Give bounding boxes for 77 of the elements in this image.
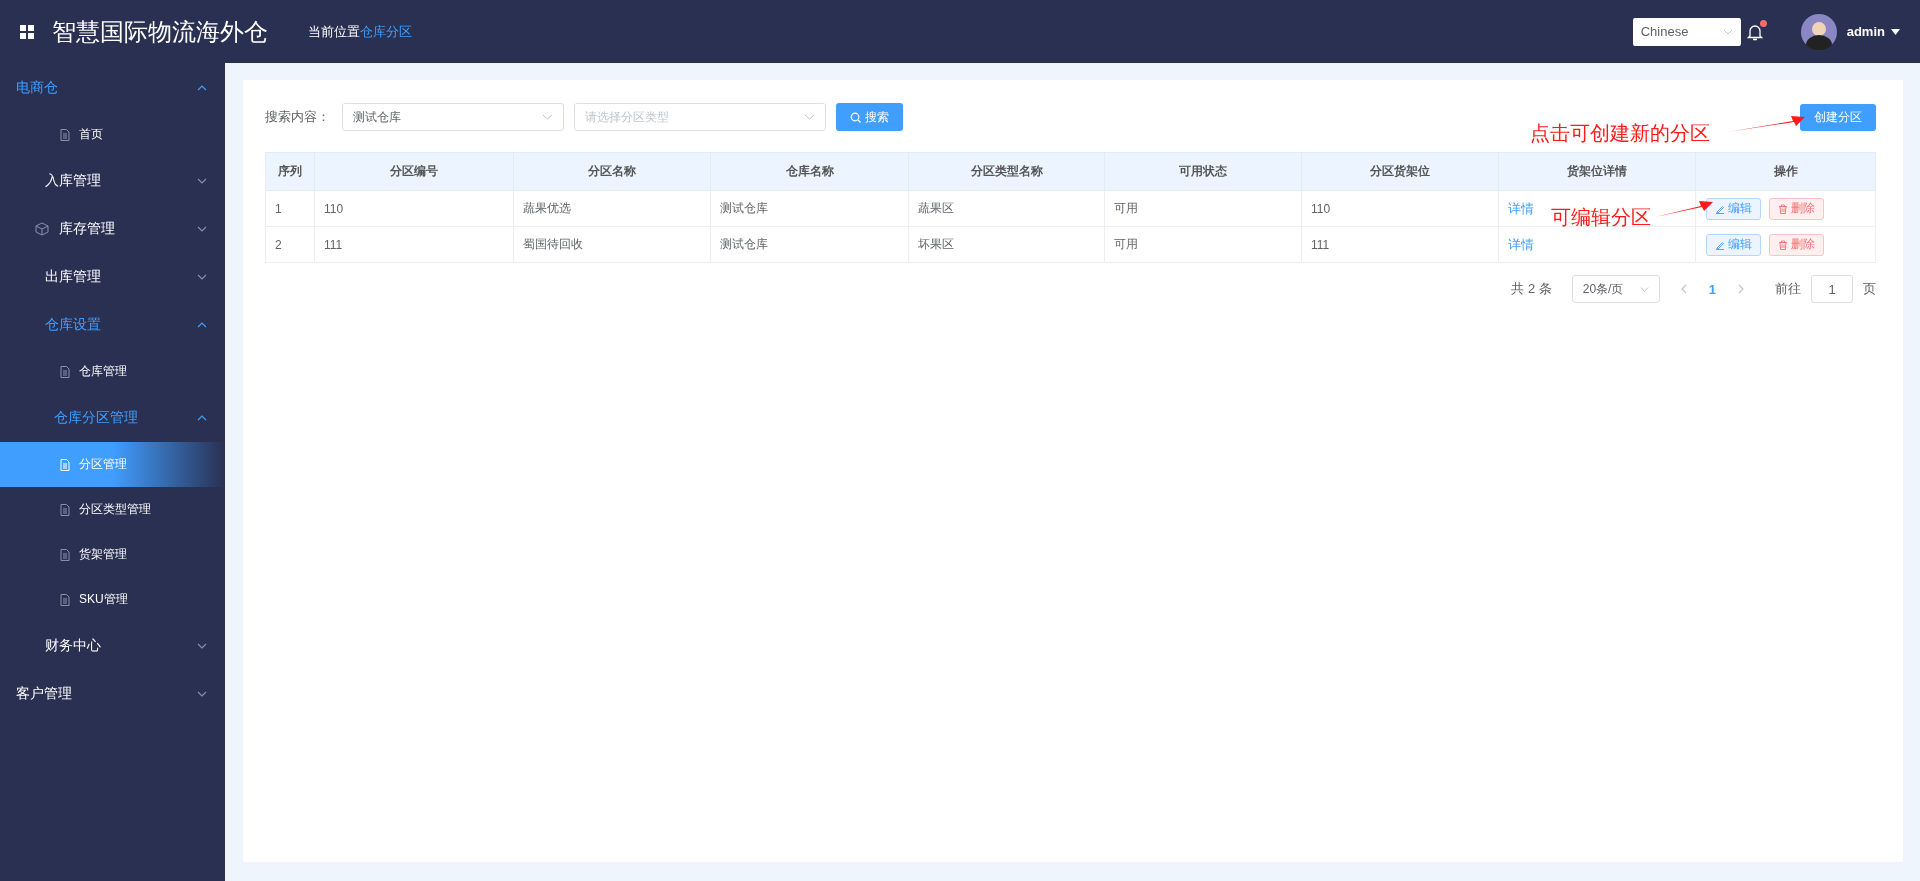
page-suffix: 页 (1863, 280, 1876, 298)
app-title: 智慧国际物流海外仓 (52, 16, 269, 47)
warehouse-select[interactable]: 测试仓库 (342, 103, 564, 131)
table-cell: 1 (265, 190, 315, 227)
chevron-up-icon (197, 85, 207, 91)
sidebar-group[interactable]: 仓库设置 (0, 301, 225, 349)
document-icon (60, 593, 70, 606)
table-cell: 坏果区 (908, 226, 1105, 263)
total-count: 共 2 条 (1511, 280, 1552, 298)
trash-icon (1778, 203, 1788, 214)
chevron-down-icon (197, 274, 207, 280)
table-cell: 测试仓库 (710, 190, 909, 227)
grid-icon[interactable] (20, 24, 34, 39)
pencil-icon (1715, 239, 1725, 250)
chevron-down-icon (1639, 286, 1649, 292)
sidebar-item[interactable]: 首页 (0, 112, 225, 157)
chevron-down-icon (197, 691, 207, 697)
chevron-down-icon (804, 114, 815, 120)
sidebar-item[interactable]: 分区类型管理 (0, 487, 225, 532)
table-cell: 2 (265, 226, 315, 263)
breadcrumb-label: 当前位置 (308, 22, 360, 41)
caret-icon[interactable] (1891, 28, 1900, 35)
chevron-down-icon (542, 114, 553, 120)
page-input[interactable]: 1 (1811, 275, 1853, 303)
table-cell: 蜀国待回收 (513, 226, 711, 263)
column-header: 操作 (1695, 152, 1876, 191)
column-header: 分区名称 (513, 152, 711, 191)
user-name[interactable]: admin (1846, 24, 1885, 39)
column-header: 序列 (265, 152, 315, 191)
sidebar-group[interactable]: 入库管理 (0, 157, 225, 205)
document-icon (60, 548, 70, 561)
pencil-icon (1715, 203, 1725, 214)
chevron-up-icon (197, 415, 207, 421)
column-header: 分区编号 (314, 152, 514, 191)
search-label: 搜索内容： (265, 108, 330, 126)
sidebar-item[interactable]: 货架管理 (0, 532, 225, 577)
column-header: 仓库名称 (710, 152, 909, 191)
page-size-select[interactable]: 20条/页 (1571, 275, 1660, 303)
annotation-text: 可编辑分区 (1551, 205, 1651, 230)
sidebar-group[interactable]: 库存管理 (0, 205, 225, 253)
column-header: 货架位详情 (1498, 152, 1696, 191)
sidebar-item[interactable]: SKU管理 (0, 577, 225, 622)
goto-label: 前往 (1775, 280, 1801, 298)
table-cell: 111 (314, 226, 514, 263)
sidebar-group[interactable]: 客户管理 (0, 670, 225, 718)
chevron-down-icon (197, 643, 207, 649)
sidebar-group[interactable]: 电商仓 (0, 64, 225, 112)
sidebar-group[interactable]: 财务中心 (0, 622, 225, 670)
table-cell: 蔬果优选 (513, 190, 711, 227)
table-cell: 110 (314, 190, 514, 227)
chevron-down-icon (1722, 28, 1733, 35)
table-cell: 可用 (1104, 226, 1302, 263)
column-header: 分区货架位 (1301, 152, 1499, 191)
document-icon (60, 503, 70, 516)
document-icon (60, 458, 70, 471)
table-cell: 测试仓库 (710, 226, 909, 263)
chevron-down-icon (197, 178, 207, 184)
chevron-up-icon (197, 322, 207, 328)
search-icon (850, 111, 861, 123)
table-cell: 可用 (1104, 190, 1302, 227)
box-icon (35, 222, 49, 236)
table-cell: 蔬果区 (908, 190, 1105, 227)
table-cell: 111 (1301, 226, 1499, 263)
column-header: 可用状态 (1104, 152, 1302, 191)
language-select[interactable]: Chinese (1632, 17, 1741, 46)
sidebar-group[interactable]: 出库管理 (0, 253, 225, 301)
sidebar-group[interactable]: 仓库分区管理 (0, 394, 225, 442)
avatar[interactable] (1800, 13, 1837, 50)
breadcrumb-link[interactable]: 仓库分区 (360, 22, 412, 41)
annotation-text: 点击可创建新的分区 (1530, 121, 1710, 146)
sidebar-item[interactable]: 仓库管理 (0, 349, 225, 394)
table-cell: 110 (1301, 190, 1499, 227)
column-header: 分区类型名称 (908, 152, 1105, 191)
document-icon (60, 365, 70, 378)
trash-icon (1778, 239, 1788, 250)
chevron-down-icon (197, 226, 207, 232)
document-icon (60, 128, 70, 141)
